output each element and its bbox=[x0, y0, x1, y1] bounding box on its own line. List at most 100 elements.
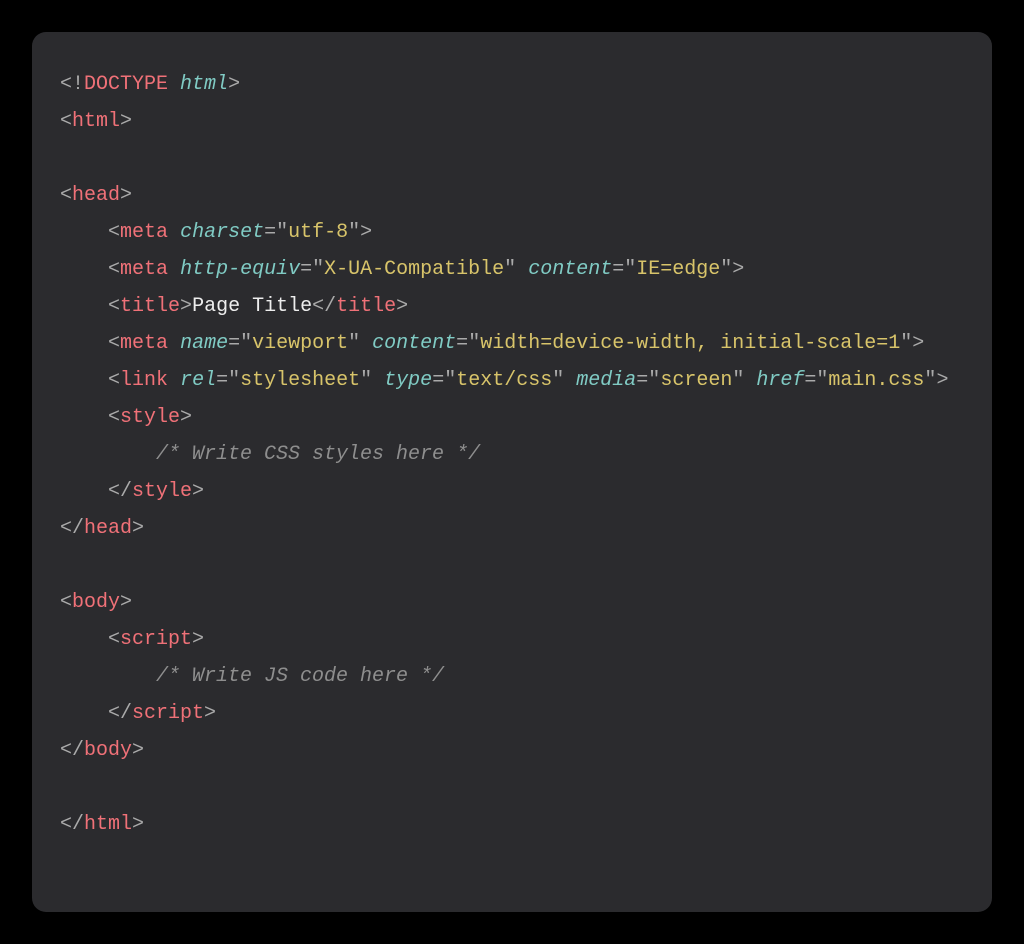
tag-html-close: html bbox=[84, 813, 132, 836]
str-maincss: main.css bbox=[828, 369, 924, 392]
tag-html-open: html bbox=[72, 110, 120, 133]
doctype-keyword: DOCTYPE bbox=[84, 73, 168, 96]
punct-gt: > bbox=[204, 702, 216, 725]
punct-gt: > bbox=[192, 480, 204, 503]
punct-q: " bbox=[648, 369, 660, 392]
punct-q: " bbox=[720, 258, 732, 281]
punct-lt: < bbox=[108, 295, 120, 318]
punct-q: " bbox=[240, 332, 252, 355]
indent bbox=[60, 628, 108, 651]
punct-eq: = bbox=[216, 369, 228, 392]
str-screen: screen bbox=[660, 369, 732, 392]
punct-lt: < bbox=[108, 258, 120, 281]
punct-gt: > bbox=[120, 110, 132, 133]
attr-charset: charset bbox=[180, 221, 264, 244]
punct-q: " bbox=[624, 258, 636, 281]
indent bbox=[60, 369, 108, 392]
attr-media: media bbox=[576, 369, 636, 392]
punct-ltslash: </ bbox=[108, 480, 132, 503]
tag-head-open: head bbox=[72, 184, 120, 207]
indent bbox=[60, 443, 156, 466]
punct-q: " bbox=[348, 221, 360, 244]
attr-rel: rel bbox=[180, 369, 216, 392]
punct-q: " bbox=[552, 369, 564, 392]
tag-style-close: style bbox=[132, 480, 192, 503]
punct-ltslash: </ bbox=[60, 517, 84, 540]
punct-q: " bbox=[360, 369, 372, 392]
indent bbox=[60, 480, 108, 503]
tag-title-close: title bbox=[336, 295, 396, 318]
punct-q: " bbox=[276, 221, 288, 244]
tag-script-close: script bbox=[132, 702, 204, 725]
punct-q: " bbox=[444, 369, 456, 392]
punct-gt: > bbox=[132, 517, 144, 540]
punct-lt: < bbox=[60, 591, 72, 614]
punct-lt: < bbox=[108, 406, 120, 429]
punct-eq: = bbox=[456, 332, 468, 355]
punct-lt: < bbox=[60, 110, 72, 133]
str-viewport-content: width=device-width, initial-scale=1 bbox=[480, 332, 900, 355]
punct-gt: > bbox=[912, 332, 924, 355]
punct-eq: = bbox=[636, 369, 648, 392]
punct-ltslash: </ bbox=[108, 702, 132, 725]
punct-gt: > bbox=[936, 369, 948, 392]
punct-q: " bbox=[924, 369, 936, 392]
punct-q: " bbox=[816, 369, 828, 392]
indent bbox=[60, 221, 108, 244]
str-stylesheet: stylesheet bbox=[240, 369, 360, 392]
str-xua: X-UA-Compatible bbox=[324, 258, 504, 281]
punct-eq: = bbox=[804, 369, 816, 392]
tag-script-open: script bbox=[120, 628, 192, 651]
tag-body-open: body bbox=[72, 591, 120, 614]
punct-lt: < bbox=[108, 332, 120, 355]
punct-gt: > bbox=[120, 184, 132, 207]
tag-title-open: title bbox=[120, 295, 180, 318]
punct-lt: < bbox=[108, 628, 120, 651]
punct-gt: > bbox=[360, 221, 372, 244]
title-text: Page Title bbox=[192, 295, 312, 318]
str-ieedge: IE=edge bbox=[636, 258, 720, 281]
punct-lt: < bbox=[108, 221, 120, 244]
code-editor-panel[interactable]: <!DOCTYPE html> <html> <head> <meta char… bbox=[32, 32, 992, 912]
tag-body-close: body bbox=[84, 739, 132, 762]
attr-content: content bbox=[528, 258, 612, 281]
punct-q: " bbox=[504, 258, 516, 281]
tag-meta: meta bbox=[120, 221, 168, 244]
punct-eq: = bbox=[432, 369, 444, 392]
str-utf8: utf-8 bbox=[288, 221, 348, 244]
css-comment: /* Write CSS styles here */ bbox=[156, 443, 480, 466]
punct-lt: < bbox=[60, 184, 72, 207]
punct-gt: > bbox=[132, 813, 144, 836]
punct-q: " bbox=[348, 332, 360, 355]
punct-ltslash: </ bbox=[60, 739, 84, 762]
punct-gt: > bbox=[180, 406, 192, 429]
indent bbox=[60, 665, 156, 688]
tag-style-open: style bbox=[120, 406, 180, 429]
punct-ltbang: <! bbox=[60, 73, 84, 96]
js-comment: /* Write JS code here */ bbox=[156, 665, 444, 688]
indent bbox=[60, 702, 108, 725]
doctype-html-attr: html bbox=[180, 73, 228, 96]
punct-gt: > bbox=[396, 295, 408, 318]
punct-q: " bbox=[732, 369, 744, 392]
punct-gt: > bbox=[132, 739, 144, 762]
attr-type: type bbox=[384, 369, 432, 392]
tag-link: link bbox=[120, 369, 168, 392]
attr-name: name bbox=[180, 332, 228, 355]
code-content[interactable]: <!DOCTYPE html> <html> <head> <meta char… bbox=[60, 66, 964, 843]
punct-q: " bbox=[900, 332, 912, 355]
str-textcss: text/css bbox=[456, 369, 552, 392]
tag-meta: meta bbox=[120, 332, 168, 355]
punct-gt: > bbox=[120, 591, 132, 614]
indent bbox=[60, 295, 108, 318]
punct-gt: > bbox=[228, 73, 240, 96]
punct-gt: > bbox=[180, 295, 192, 318]
str-viewport: viewport bbox=[252, 332, 348, 355]
punct-eq: = bbox=[300, 258, 312, 281]
punct-q: " bbox=[468, 332, 480, 355]
punct-q: " bbox=[312, 258, 324, 281]
attr-http-equiv: http-equiv bbox=[180, 258, 300, 281]
indent bbox=[60, 258, 108, 281]
indent bbox=[60, 406, 108, 429]
tag-head-close: head bbox=[84, 517, 132, 540]
